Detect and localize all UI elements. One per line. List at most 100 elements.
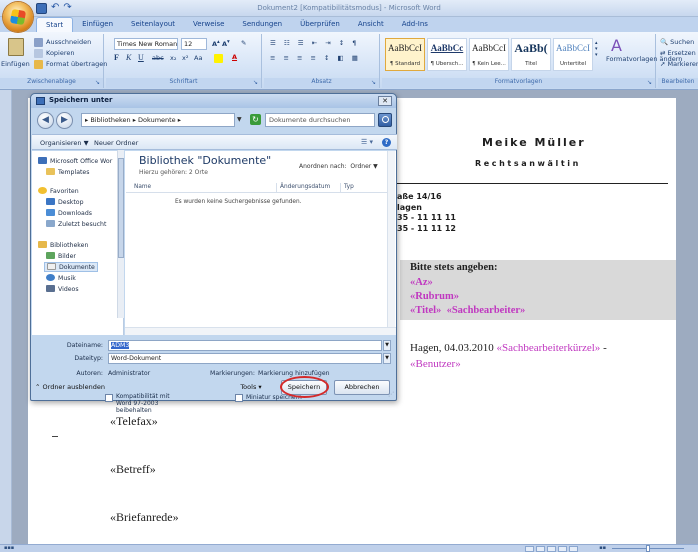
tags-value[interactable]: Markierung hinzufügen [258, 370, 330, 377]
change-styles-icon[interactable]: A [611, 36, 622, 55]
arrange-by[interactable]: Anordnen nach: Ordner ▼ [299, 163, 378, 170]
chevron-down-icon[interactable]: ▼ [237, 113, 247, 127]
zoom-slider[interactable] [612, 545, 684, 552]
merge-field-telefax[interactable]: «Telefax» [110, 414, 158, 429]
launcher-icon[interactable]: ↘ [253, 79, 258, 86]
copy-button[interactable]: Kopieren [46, 49, 75, 57]
scroll-thumb[interactable] [118, 158, 124, 258]
subscript-icon[interactable]: x₂ [170, 54, 176, 62]
tab-ueberpruefen[interactable]: Überprüfen [291, 17, 349, 32]
hide-folders-button[interactable]: ⌃ Ordner ausblenden [35, 381, 105, 396]
nav-item-recent[interactable]: Zuletzt besucht [46, 220, 106, 228]
filename-input[interactable]: ADM3 [108, 340, 382, 351]
cut-button[interactable]: Ausschneiden [46, 38, 91, 46]
style-heading[interactable]: AaBbCc ¶ Übersch... [427, 38, 467, 71]
authors-value[interactable]: Administrator [108, 370, 150, 377]
paste-icon[interactable] [8, 38, 24, 56]
merge-field-rubrum[interactable]: «Rubrum» [410, 291, 459, 302]
font-color-icon[interactable]: A [232, 53, 237, 61]
highlight-color-icon[interactable] [214, 54, 223, 63]
format-painter-button[interactable]: Format übertragen [46, 60, 107, 68]
bold-icon[interactable]: F [114, 53, 119, 62]
nav-item-favoriten[interactable]: Favoriten [38, 187, 79, 195]
organize-button[interactable]: Organisieren ▼ [40, 139, 89, 147]
views-icon[interactable]: ☰ ▾ [361, 138, 373, 146]
merge-field-titel-line[interactable]: «Titel» «Sachbearbeiter» [410, 305, 525, 316]
tools-button[interactable]: Tools ▾ [231, 381, 271, 396]
tab-verweise[interactable]: Verweise [184, 17, 233, 32]
font-name-field[interactable]: Times New Roman [114, 38, 178, 50]
merge-field-betreff[interactable]: «Betreff» [110, 462, 156, 477]
launcher-icon[interactable]: ↘ [371, 79, 376, 86]
close-button[interactable]: ✕ [378, 96, 392, 106]
address-bar[interactable]: ▸ Bibliotheken ▸ Dokumente ▸ [81, 113, 235, 127]
nav-item-musik[interactable]: Musik [46, 274, 76, 282]
styles-group: AaBbCcI ¶ Standard AaBbCc ¶ Übersch... A… [382, 34, 682, 88]
refresh-icon[interactable]: ↻ [250, 114, 261, 125]
cancel-button[interactable]: Abbrechen [334, 380, 390, 395]
save-button[interactable]: Speichern [281, 380, 327, 395]
merge-field-briefanrede[interactable]: «Briefanrede» [110, 510, 179, 525]
font-size-field[interactable]: 12 [181, 38, 207, 50]
strikethrough-icon[interactable]: abc [152, 54, 164, 62]
paste-button[interactable]: Einfügen [1, 60, 30, 68]
column-name[interactable]: Name [134, 184, 151, 190]
search-icon[interactable] [378, 113, 392, 127]
launcher-icon[interactable]: ↘ [647, 79, 652, 86]
list-icons[interactable]: ☰ ☷ ☰ ⇤ ⇥ ↕ ¶ [270, 39, 359, 47]
merge-field-benutzer[interactable]: «Benutzer» [410, 358, 461, 370]
tab-ansicht[interactable]: Ansicht [349, 17, 393, 32]
compat-checkbox-label: Kompatibilität mit Word 97-2003 beibehal… [116, 393, 170, 414]
column-date[interactable]: Änderungsdatum [280, 184, 330, 190]
tab-start[interactable]: Start [36, 17, 74, 32]
back-button[interactable]: ◀ [37, 112, 54, 129]
chevron-down-icon[interactable]: ▼ [383, 340, 391, 351]
new-folder-button[interactable]: Neuer Ordner [94, 139, 138, 147]
italic-icon[interactable]: K [126, 53, 131, 62]
nav-item-templates[interactable]: Templates [46, 168, 89, 176]
zoom-thumb[interactable] [646, 545, 650, 552]
replace-button[interactable]: ⇄ Ersetzen [660, 49, 696, 57]
tab-add-ins[interactable]: Add-Ins [393, 17, 437, 32]
tab-einfuegen[interactable]: Einfügen [73, 17, 122, 32]
nav-item-downloads[interactable]: Downloads [46, 209, 92, 217]
change-case-icon[interactable]: Aa [194, 54, 202, 62]
style-standard[interactable]: AaBbCcI ¶ Standard [385, 38, 425, 71]
horizontal-scrollbar[interactable] [125, 327, 396, 335]
merge-field-az[interactable]: «Az» [410, 277, 433, 288]
chevron-down-icon[interactable]: ▼ [383, 353, 391, 364]
launcher-icon[interactable]: ↘ [95, 79, 100, 86]
underline-icon[interactable]: U [138, 53, 144, 62]
file-list-scrollbar[interactable] [387, 151, 395, 327]
style-subtitle[interactable]: AaBbCcI Untertitel [553, 38, 593, 71]
column-type[interactable]: Typ [344, 184, 354, 190]
find-button[interactable]: 🔍 Suchen [660, 38, 694, 46]
nav-item-videos[interactable]: Videos [46, 285, 79, 293]
office-button[interactable] [3, 2, 33, 32]
nav-item-word[interactable]: Microsoft Office Wor [38, 157, 112, 165]
merge-field-sb-kuerzel[interactable]: «Sachbearbeiterkürzel» [496, 342, 600, 354]
help-icon[interactable]: ? [382, 138, 391, 147]
filetype-select[interactable]: Word-Dokument [108, 353, 382, 364]
nav-item-bilder[interactable]: Bilder [46, 252, 76, 260]
tab-seitenlayout[interactable]: Seitenlayout [122, 17, 184, 32]
clear-format-icon[interactable]: ✎ [241, 39, 246, 47]
align-icons[interactable]: ≡ ≡ ≡ ≡ ↕ ◧ ▦ [270, 54, 361, 62]
view-buttons[interactable] [525, 546, 578, 552]
nav-item-dokumente[interactable]: Dokumente [44, 262, 98, 272]
styles-scroll-icon[interactable]: ▴ ▾ ▾ [595, 40, 598, 58]
select-button[interactable]: ➚ Markieren [660, 60, 698, 68]
tab-sendungen[interactable]: Sendungen [233, 17, 291, 32]
grow-font-icon[interactable]: A▴ A▾ [212, 39, 230, 48]
nav-item-bibliotheken[interactable]: Bibliotheken [38, 241, 88, 249]
superscript-icon[interactable]: x² [182, 54, 188, 62]
search-input[interactable]: Dokumente durchsuchen [265, 113, 375, 127]
compat-checkbox[interactable] [105, 394, 113, 402]
style-title[interactable]: AaBb( Titel [511, 38, 551, 71]
nav-item-desktop[interactable]: Desktop [46, 198, 84, 206]
forward-button[interactable]: ▶ [56, 112, 73, 129]
style-no-spacing[interactable]: AaBbCcI ¶ Kein Lee... [469, 38, 509, 71]
resize-grip-icon[interactable]: ⋰ [388, 391, 394, 398]
library-subtitle[interactable]: Hierzu gehören: 2 Orte [139, 169, 208, 176]
navigation-scrollbar[interactable] [117, 150, 124, 318]
